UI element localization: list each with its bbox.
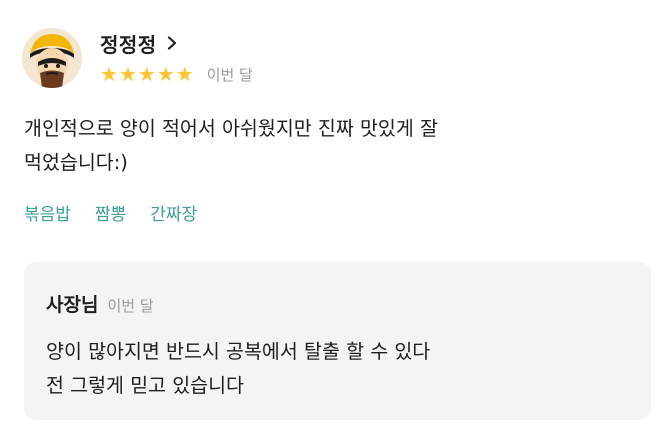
- review-body: 개인적으로 양이 적어서 아쉬웠지만 진짜 맛있게 잘 먹었습니다:): [24, 112, 624, 180]
- menu-tags: 볶음밥 짬뽕 간짜장: [24, 200, 197, 225]
- star-rating: ★ ★ ★ ★ ★: [100, 64, 194, 84]
- reply-body: 양이 많아지면 반드시 공복에서 탈출 할 수 있다 전 그렇게 믿고 있습니다: [46, 335, 636, 403]
- reply-body-line: 양이 많아지면 반드시 공복에서 탈출 할 수 있다: [46, 340, 431, 363]
- review-body-line: 개인적으로 양이 적어서 아쉬웠지만 진짜 맛있게 잘: [24, 117, 438, 140]
- menu-tag[interactable]: 간짜장: [150, 200, 197, 225]
- menu-tag[interactable]: 짬뽕: [95, 200, 126, 225]
- owner-reply: 사장님 이번 달 양이 많아지면 반드시 공복에서 탈출 할 수 있다 전 그렇…: [24, 262, 651, 420]
- reply-body-line: 전 그렇게 믿고 있습니다: [46, 374, 244, 397]
- star-icon: ★: [137, 62, 156, 86]
- author-name: 정정정: [100, 32, 157, 57]
- review-card: 정정정 ★ ★ ★ ★ ★ 이번 달 개인적으로 양이 적어서 아쉬웠지만 진짜…: [0, 0, 670, 434]
- review-body-line: 먹었습니다:): [24, 151, 128, 174]
- author-link[interactable]: 정정정: [100, 30, 179, 57]
- star-icon: ★: [100, 62, 118, 86]
- avatar[interactable]: [22, 28, 82, 88]
- chevron-right-icon: [167, 36, 176, 50]
- reply-author: 사장님: [46, 294, 99, 316]
- star-icon: ★: [175, 62, 194, 86]
- review-date: 이번 달: [206, 65, 253, 84]
- rating-row: ★ ★ ★ ★ ★ 이번 달: [100, 63, 253, 85]
- menu-tag[interactable]: 볶음밥: [24, 200, 71, 225]
- reply-date: 이번 달: [107, 297, 154, 315]
- star-icon: ★: [118, 62, 137, 86]
- cartoon-face-avatar-icon: [22, 28, 82, 88]
- star-icon: ★: [156, 62, 175, 86]
- reply-header: 사장님 이번 달: [46, 290, 154, 317]
